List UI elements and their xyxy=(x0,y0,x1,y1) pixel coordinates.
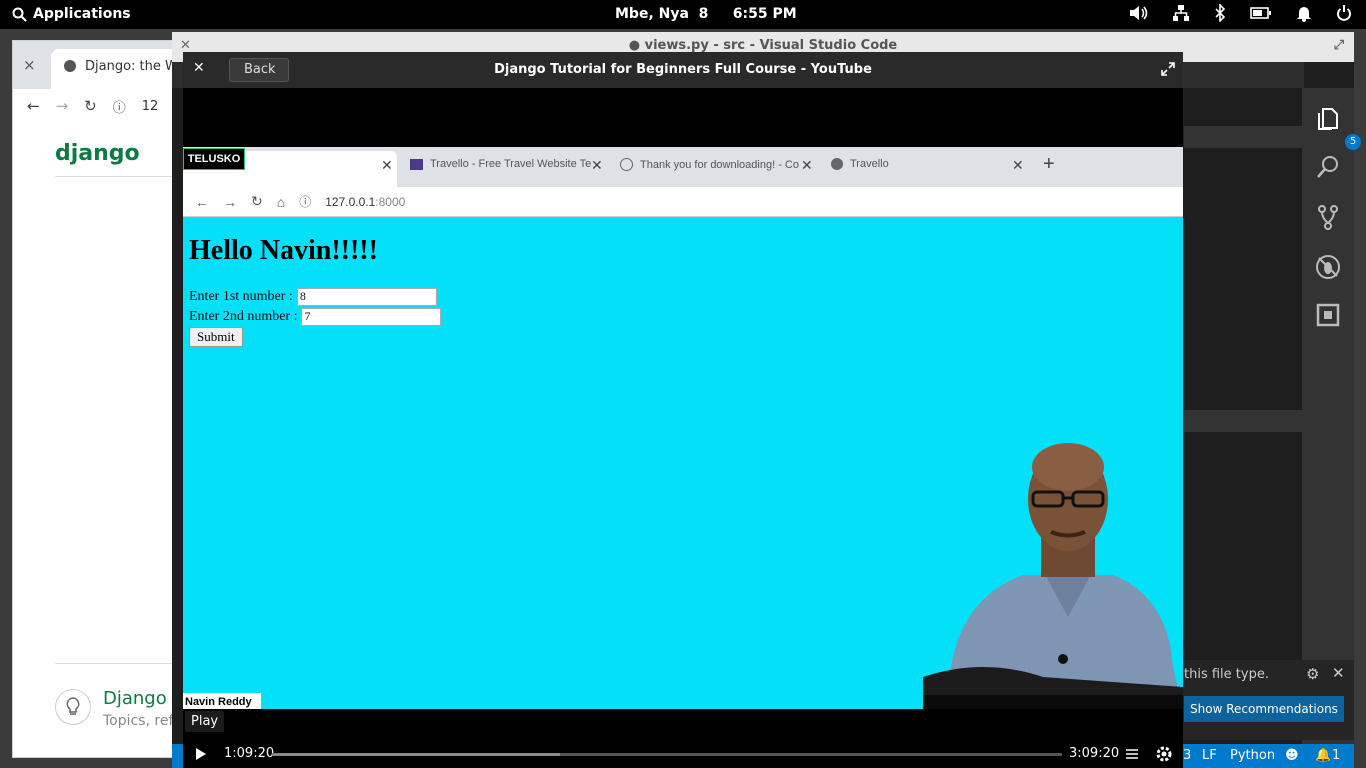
chrome-tab[interactable]: Django: the We xyxy=(51,49,191,89)
top-panel: Applications Mbe, Nya 8 6:55 PM xyxy=(0,0,1366,29)
topics-subtitle: Topics, ref xyxy=(103,713,174,729)
seek-bar[interactable] xyxy=(272,753,1062,756)
search-icon xyxy=(12,7,27,22)
notifications-icon[interactable] xyxy=(1296,4,1312,22)
playlist-icon[interactable] xyxy=(1125,748,1139,764)
close-tab-icon: ✕ xyxy=(591,157,603,173)
system-tray xyxy=(1128,4,1352,22)
topics-link[interactable]: Django xyxy=(103,688,167,709)
editor-line-highlight xyxy=(1184,410,1302,432)
lightbulb-icon xyxy=(55,689,91,725)
divider xyxy=(55,176,185,177)
inner-tab: Thank you for downloading! - Co xyxy=(620,158,799,171)
inner-address: 127.0.0.1:8000 xyxy=(325,194,406,209)
presenter-name-tag: Navin Reddy xyxy=(183,693,261,709)
back-arrow-icon: ← xyxy=(195,193,209,210)
submit-button: Submit xyxy=(189,327,243,347)
gear-icon[interactable] xyxy=(1155,745,1173,767)
show-recommendations-button[interactable]: Show Recommendations xyxy=(1184,696,1344,722)
first-number-input: 8 xyxy=(296,288,437,306)
activity-bar: 5 xyxy=(1302,88,1361,744)
applications-label: Applications xyxy=(33,6,131,22)
close-icon[interactable]: ✕ xyxy=(1332,664,1345,682)
inner-tab: Travello xyxy=(831,158,889,170)
back-arrow-icon[interactable]: ← xyxy=(27,97,40,115)
globe-icon xyxy=(831,158,843,170)
applications-menu[interactable]: Applications xyxy=(12,6,131,22)
globe-icon xyxy=(64,60,76,72)
status-eol[interactable]: LF xyxy=(1202,748,1217,763)
extensions-icon[interactable] xyxy=(1315,302,1341,328)
info-icon: ⓘ xyxy=(299,195,312,209)
network-icon[interactable] xyxy=(1172,4,1190,22)
total-time: 3:09:20 xyxy=(1069,746,1120,761)
battery-icon[interactable] xyxy=(1250,6,1272,20)
inner-tab-title: Travello xyxy=(850,158,889,170)
forward-arrow-icon[interactable]: → xyxy=(56,97,69,115)
reload-icon[interactable]: ↻ xyxy=(84,97,97,115)
editor-line-highlight xyxy=(1184,126,1302,148)
close-tab-icon: ✕ xyxy=(1012,157,1024,173)
explorer-icon[interactable]: 5 xyxy=(1315,106,1361,150)
vscode-title: ● views.py - src - Visual Studio Code xyxy=(628,38,898,53)
status-item: 3 xyxy=(1183,748,1192,763)
volume-icon[interactable] xyxy=(1128,4,1148,22)
play-tooltip: Play xyxy=(185,711,225,732)
current-time: 1:09:20 xyxy=(224,746,275,761)
video-titlebar: ✕ Back Django Tutorial for Beginners Ful… xyxy=(183,52,1183,88)
maximize-icon[interactable]: ⤢ xyxy=(1334,32,1344,60)
telusko-logo: TELUSKO xyxy=(183,148,245,170)
new-tab-icon: + xyxy=(1043,153,1055,175)
chrome-window: × Django: the We ← → ↻ ⓘ 12 django Djang… xyxy=(12,40,191,758)
bluetooth-icon[interactable] xyxy=(1214,4,1226,22)
explorer-badge: 5 xyxy=(1345,134,1361,150)
chrome-toolbar: ← → ↻ ⓘ 12 xyxy=(13,89,181,123)
play-icon[interactable] xyxy=(195,747,207,765)
close-window-icon[interactable]: × xyxy=(23,56,36,74)
notification-text: this file type. xyxy=(1184,667,1269,682)
home-icon: ⌂ xyxy=(276,193,286,210)
debug-icon[interactable] xyxy=(1315,254,1341,280)
second-number-row: Enter 2nd number : 7 xyxy=(189,308,442,326)
inner-tab-title: Thank you for downloading! - Co xyxy=(640,158,799,171)
status-language[interactable]: Python xyxy=(1230,748,1275,763)
inner-toolbar: ← → ↻ ⌂ ⓘ 127.0.0.1:8000 xyxy=(183,187,1183,217)
second-number-input: 7 xyxy=(301,308,442,326)
chrome-tabstrip: × Django: the We xyxy=(13,41,191,89)
close-tab-icon: ✕ xyxy=(381,157,393,173)
search-icon[interactable] xyxy=(1315,154,1341,180)
close-tab-icon: ✕ xyxy=(801,157,813,173)
video-controls: 1:09:20 3:09:20 xyxy=(183,740,1183,768)
wordpress-icon xyxy=(620,158,633,171)
info-icon[interactable]: ⓘ xyxy=(113,97,126,116)
clock[interactable]: Mbe, Nya 8 6:55 PM xyxy=(615,6,797,22)
travello-favicon xyxy=(410,158,423,170)
video-window: ✕ Back Django Tutorial for Beginners Ful… xyxy=(183,52,1183,768)
first-number-label: Enter 1st number : xyxy=(189,289,293,304)
inner-tab: Travello - Free Travel Website Te xyxy=(410,158,591,170)
django-logo[interactable]: django xyxy=(55,141,140,166)
bell-icon[interactable]: 🔔 xyxy=(1315,748,1331,763)
chrome-address[interactable]: 12 xyxy=(142,99,159,114)
presenter-figure xyxy=(923,443,1183,709)
forward-arrow-icon: → xyxy=(223,193,237,210)
inner-tab-title: Travello - Free Travel Website Te xyxy=(430,158,592,170)
source-control-icon[interactable] xyxy=(1315,204,1341,230)
bell-count: 1 xyxy=(1332,748,1341,763)
second-number-label: Enter 2nd number : xyxy=(189,309,298,324)
first-number-row: Enter 1st number : 8 xyxy=(189,288,437,306)
inner-tabstrip: ✕ Travello - Free Travel Website Te ✕ Th… xyxy=(183,147,1183,187)
fullscreen-icon[interactable] xyxy=(1161,62,1175,80)
smiley-icon[interactable]: ☻ xyxy=(1285,748,1299,763)
page-heading: Hello Navin!!!!! xyxy=(189,235,378,266)
reload-icon: ↻ xyxy=(251,193,263,209)
chrome-tab-title: Django: the We xyxy=(85,59,186,74)
seek-bar-fill xyxy=(272,753,561,756)
gear-icon[interactable]: ⚙ xyxy=(1306,665,1319,683)
video-title: Django Tutorial for Beginners Full Cours… xyxy=(494,62,872,77)
power-icon[interactable] xyxy=(1336,4,1352,22)
divider xyxy=(55,663,185,664)
extension-notification: this file type. ⚙ ✕ Show Recommendations xyxy=(1182,660,1354,740)
